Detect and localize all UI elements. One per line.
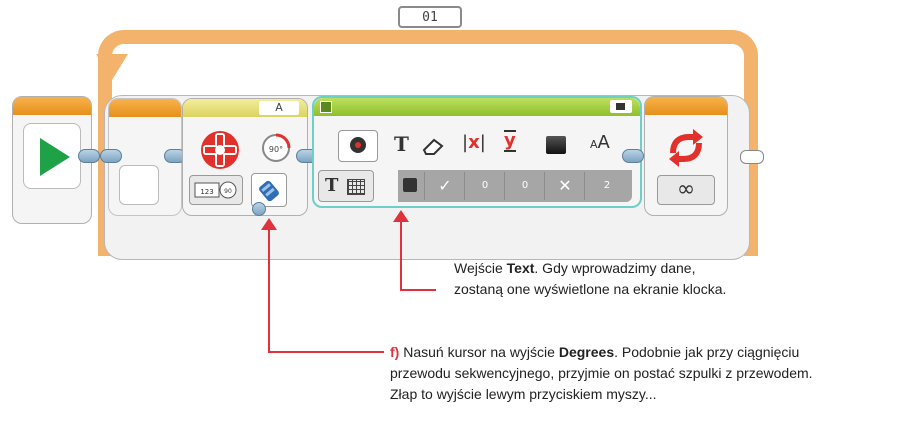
text-input-slot[interactable] xyxy=(398,172,424,200)
display-params-strip: ✓ 0 0 ✕ 2 xyxy=(398,170,632,202)
text-param-icon: T xyxy=(394,132,409,156)
text-annotation: Wejście Text. Gdy wprowadzimy dane, zost… xyxy=(454,258,894,300)
loop-start-header xyxy=(109,99,181,117)
clear-screen-param[interactable]: ✓ xyxy=(424,172,465,200)
svg-text:90: 90 xyxy=(224,188,232,195)
play-button[interactable] xyxy=(23,123,81,189)
loop-exit-plug[interactable] xyxy=(740,150,764,164)
ruler-degrees-icon: 123 90 xyxy=(194,181,237,199)
motor-port-label[interactable]: A xyxy=(259,101,299,115)
start-block-header xyxy=(13,97,91,115)
text-annotation-arrow-icon xyxy=(393,210,409,222)
degrees-annotation-line xyxy=(268,226,270,352)
degrees-annotation-line3: Złap to wyjście lewym przyciskiem myszy.… xyxy=(390,386,657,402)
y-coordinate-icon: y xyxy=(504,130,516,152)
font-size-icon: AA xyxy=(590,132,610,153)
loop-end-block[interactable]: ∞ xyxy=(644,96,728,216)
svg-text:123: 123 xyxy=(200,188,213,196)
display-port-label[interactable] xyxy=(610,100,632,113)
degrees-annotation: f) Nasuń kursor na wyjście Degrees. Podo… xyxy=(390,342,910,405)
degrees-annotation-line-h xyxy=(268,351,384,353)
loop-mode-tab[interactable] xyxy=(119,165,159,205)
brick-input-icon xyxy=(403,178,417,192)
x-coordinate-icon: |x| xyxy=(462,132,486,153)
loop-counter[interactable]: 01 xyxy=(398,6,462,28)
loop-repeat-icon xyxy=(669,129,703,167)
eraser-icon xyxy=(422,138,444,155)
text-annotation-line2: zostaną one wyświetlone na ekranie klock… xyxy=(454,281,727,297)
loop-arrow-icon xyxy=(96,54,128,80)
grid-mode-icon xyxy=(347,179,365,195)
motor-rotation-icon xyxy=(201,131,239,169)
text-mode-icon: T xyxy=(325,175,339,196)
brick-screen-icon xyxy=(338,130,378,162)
text-annotation-line1: Wejście Text. Gdy wprowadzimy dane, xyxy=(454,260,696,276)
brick-small-icon xyxy=(616,103,625,110)
motor-block-header: A xyxy=(183,99,307,117)
degrees-annotation-line2: przewodu sekwencyjnego, przyjmie on post… xyxy=(390,365,813,381)
font-param[interactable]: 2 xyxy=(584,172,629,200)
display-block-header xyxy=(314,98,640,116)
display-block[interactable]: T T |x| y AA ✓ 0 0 ✕ 2 xyxy=(312,96,642,208)
sequence-plug-in-4[interactable] xyxy=(622,149,644,163)
display-brick-icon xyxy=(320,101,332,113)
degrees-annotation-line1: f) Nasuń kursor na wyjście Degrees. Podo… xyxy=(390,344,800,360)
text-annotation-line-h xyxy=(400,289,436,291)
motor-mode-selector[interactable]: 123 90 xyxy=(189,175,243,205)
display-mode-selector[interactable]: T xyxy=(318,170,374,202)
brick-screen-dot-icon xyxy=(355,142,361,148)
degrees-output-plug[interactable] xyxy=(252,202,266,216)
loop-infinity-mode[interactable]: ∞ xyxy=(657,175,715,205)
y-param[interactable]: 0 xyxy=(504,172,545,200)
color-param[interactable]: ✕ xyxy=(544,172,585,200)
text-annotation-line xyxy=(400,218,402,290)
svg-text:90°: 90° xyxy=(269,145,283,154)
x-param[interactable]: 0 xyxy=(464,172,505,200)
degrees-dial-icon: 90° xyxy=(262,133,291,162)
play-icon xyxy=(40,138,70,176)
color-param-icon xyxy=(546,136,566,154)
degrees-annotation-arrow-icon xyxy=(261,218,277,230)
loop-end-header xyxy=(645,97,727,115)
motor-block[interactable]: A 90° 123 90 xyxy=(182,98,308,216)
sequence-plug-in[interactable] xyxy=(100,149,122,163)
sequence-plug-out[interactable] xyxy=(78,149,100,163)
